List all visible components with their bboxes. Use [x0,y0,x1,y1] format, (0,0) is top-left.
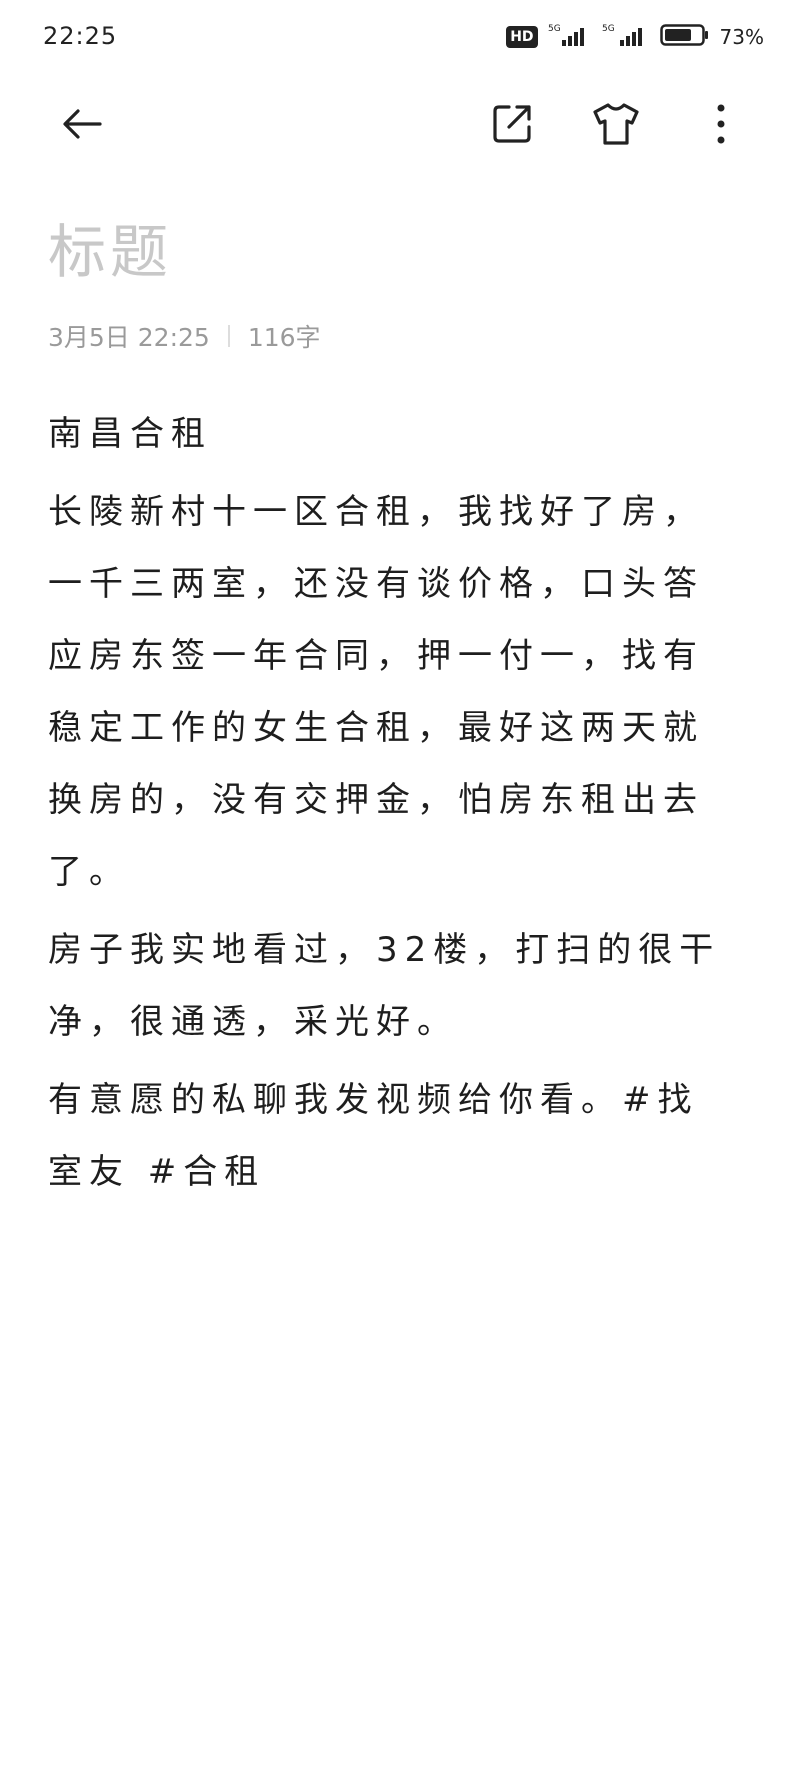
back-button[interactable] [46,90,118,162]
note-date: 3月5日 22:25 [48,323,210,352]
meta-divider [227,325,230,347]
arrow-left-icon [58,100,106,152]
signal-icon-2: 5G [602,22,650,52]
more-vertical-icon [715,102,727,150]
share-external-icon [489,101,535,151]
more-button[interactable] [685,90,757,162]
status-icons: HD 5G 5G 73% [506,22,764,52]
status-time: 22:25 [43,22,118,50]
hd-badge: HD [506,26,538,48]
note-paragraph: 有意愿的私聊我发视频给你看。#找室友 #合租 [48,1080,699,1192]
note-title-input[interactable]: 标题 [48,205,748,286]
note-paragraph: 南昌合租 [48,414,212,454]
theme-button[interactable] [580,90,652,162]
network-label-1: 5G [548,24,561,34]
note-body-editor[interactable]: 南昌合租 长陵新村十一区合租，我找好了房，一千三两室，还没有谈价格，口头答应房东… [48,398,728,1214]
note-paragraph: 长陵新村十一区合租，我找好了房，一千三两室，还没有谈价格，口头答应房东签一年合同… [48,492,704,892]
network-label-2: 5G [602,24,615,34]
note-paragraph: 房子我实地看过，32楼，打扫的很干净，很通透，采光好。 [48,930,721,1042]
status-bar: 22:25 HD 5G 5G 73% [0,0,800,76]
note-meta: 3月5日 22:25 116字 [48,318,321,354]
battery-icon [659,23,710,51]
note-toolbar [0,90,800,162]
tshirt-icon [591,101,641,151]
battery-percent: 73% [719,25,764,49]
share-button[interactable] [476,90,548,162]
note-word-count: 116字 [247,323,321,352]
signal-icon: 5G [548,22,592,52]
